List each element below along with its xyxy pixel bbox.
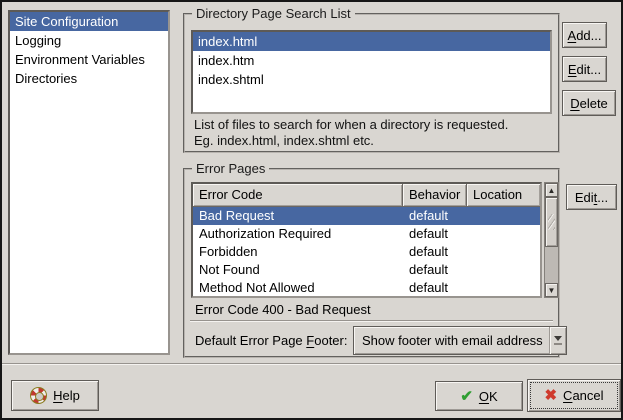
cancel-button-label: Cancel	[563, 388, 603, 403]
error-pages-frame-title: Error Pages	[192, 161, 269, 176]
default-footer-dropdown[interactable]: Show footer with email address	[353, 326, 567, 355]
scrollbar-up-icon[interactable]: ▲	[545, 183, 558, 197]
column-header-behavior[interactable]: Behavior	[403, 184, 467, 207]
check-icon: ✔	[460, 389, 473, 404]
error-pages-table: Error Code Behavior Location Bad Request…	[191, 182, 542, 298]
edit-error-page-button-label: Edit...	[575, 190, 608, 205]
default-footer-dropdown-value: Show footer with email address	[354, 333, 549, 348]
cancel-button[interactable]: ✖ Cancel	[527, 379, 621, 412]
category-list: Site Configuration Logging Environment V…	[8, 10, 170, 355]
table-row[interactable]: Method Not Alloweddefault	[193, 279, 540, 297]
delete-button-label: Delete	[570, 96, 608, 111]
scrollbar-thumb[interactable]	[545, 197, 558, 247]
sidebar-item-logging[interactable]: Logging	[10, 31, 168, 50]
ok-button[interactable]: ✔ OK	[435, 381, 523, 411]
help-lifering-icon	[30, 387, 47, 404]
sidebar-item-environment-variables[interactable]: Environment Variables	[10, 50, 168, 69]
sidebar-item-site-configuration[interactable]: Site Configuration	[10, 12, 168, 31]
table-scrollbar[interactable]: ▲ ▼	[544, 182, 559, 298]
directory-search-frame: Directory Page Search List index.html in…	[183, 13, 560, 153]
edit-file-button[interactable]: Edit...	[562, 56, 607, 82]
ok-button-label: OK	[479, 389, 498, 404]
file-list-item[interactable]: index.shtml	[193, 70, 550, 89]
bottom-separator	[2, 363, 621, 365]
table-row[interactable]: Authorization Requireddefault	[193, 225, 540, 243]
table-row[interactable]: Not Founddefault	[193, 261, 540, 279]
search-file-list: index.html index.htm index.shtml	[191, 30, 552, 114]
frame-separator	[190, 320, 553, 322]
error-pages-frame: Error Pages Error Code Behavior Location…	[183, 168, 560, 358]
delete-button[interactable]: Delete	[562, 90, 616, 116]
directory-search-frame-title: Directory Page Search List	[192, 6, 355, 21]
add-button[interactable]: Add...	[562, 22, 607, 48]
file-list-item[interactable]: index.html	[193, 32, 550, 51]
file-list-item[interactable]: index.htm	[193, 51, 550, 70]
sidebar-item-directories[interactable]: Directories	[10, 69, 168, 88]
x-icon: ✖	[544, 388, 557, 403]
edit-file-button-label: Edit...	[568, 62, 601, 77]
dropdown-arrow-icon	[549, 327, 566, 354]
edit-error-page-button[interactable]: Edit...	[566, 184, 617, 210]
add-button-label: Add...	[568, 28, 602, 43]
apache-config-dialog: Site Configuration Logging Environment V…	[0, 0, 623, 420]
table-row[interactable]: Bad Requestdefault	[193, 207, 540, 225]
error-code-status: Error Code 400 - Bad Request	[195, 302, 371, 317]
column-header-location[interactable]: Location	[467, 184, 540, 207]
help-button-label: Help	[53, 388, 80, 403]
help-button[interactable]: Help	[11, 380, 99, 411]
default-footer-label: Default Error Page Footer:	[195, 333, 347, 348]
search-list-description: List of files to search for when a direc…	[194, 117, 508, 149]
column-header-error-code[interactable]: Error Code	[193, 184, 403, 207]
search-list-description-line1: List of files to search for when a direc…	[194, 117, 508, 133]
scrollbar-down-icon[interactable]: ▼	[545, 283, 558, 297]
error-pages-table-header: Error Code Behavior Location	[193, 184, 540, 207]
table-row[interactable]: Forbiddendefault	[193, 243, 540, 261]
search-list-description-line2: Eg. index.html, index.shtml etc.	[194, 133, 508, 149]
